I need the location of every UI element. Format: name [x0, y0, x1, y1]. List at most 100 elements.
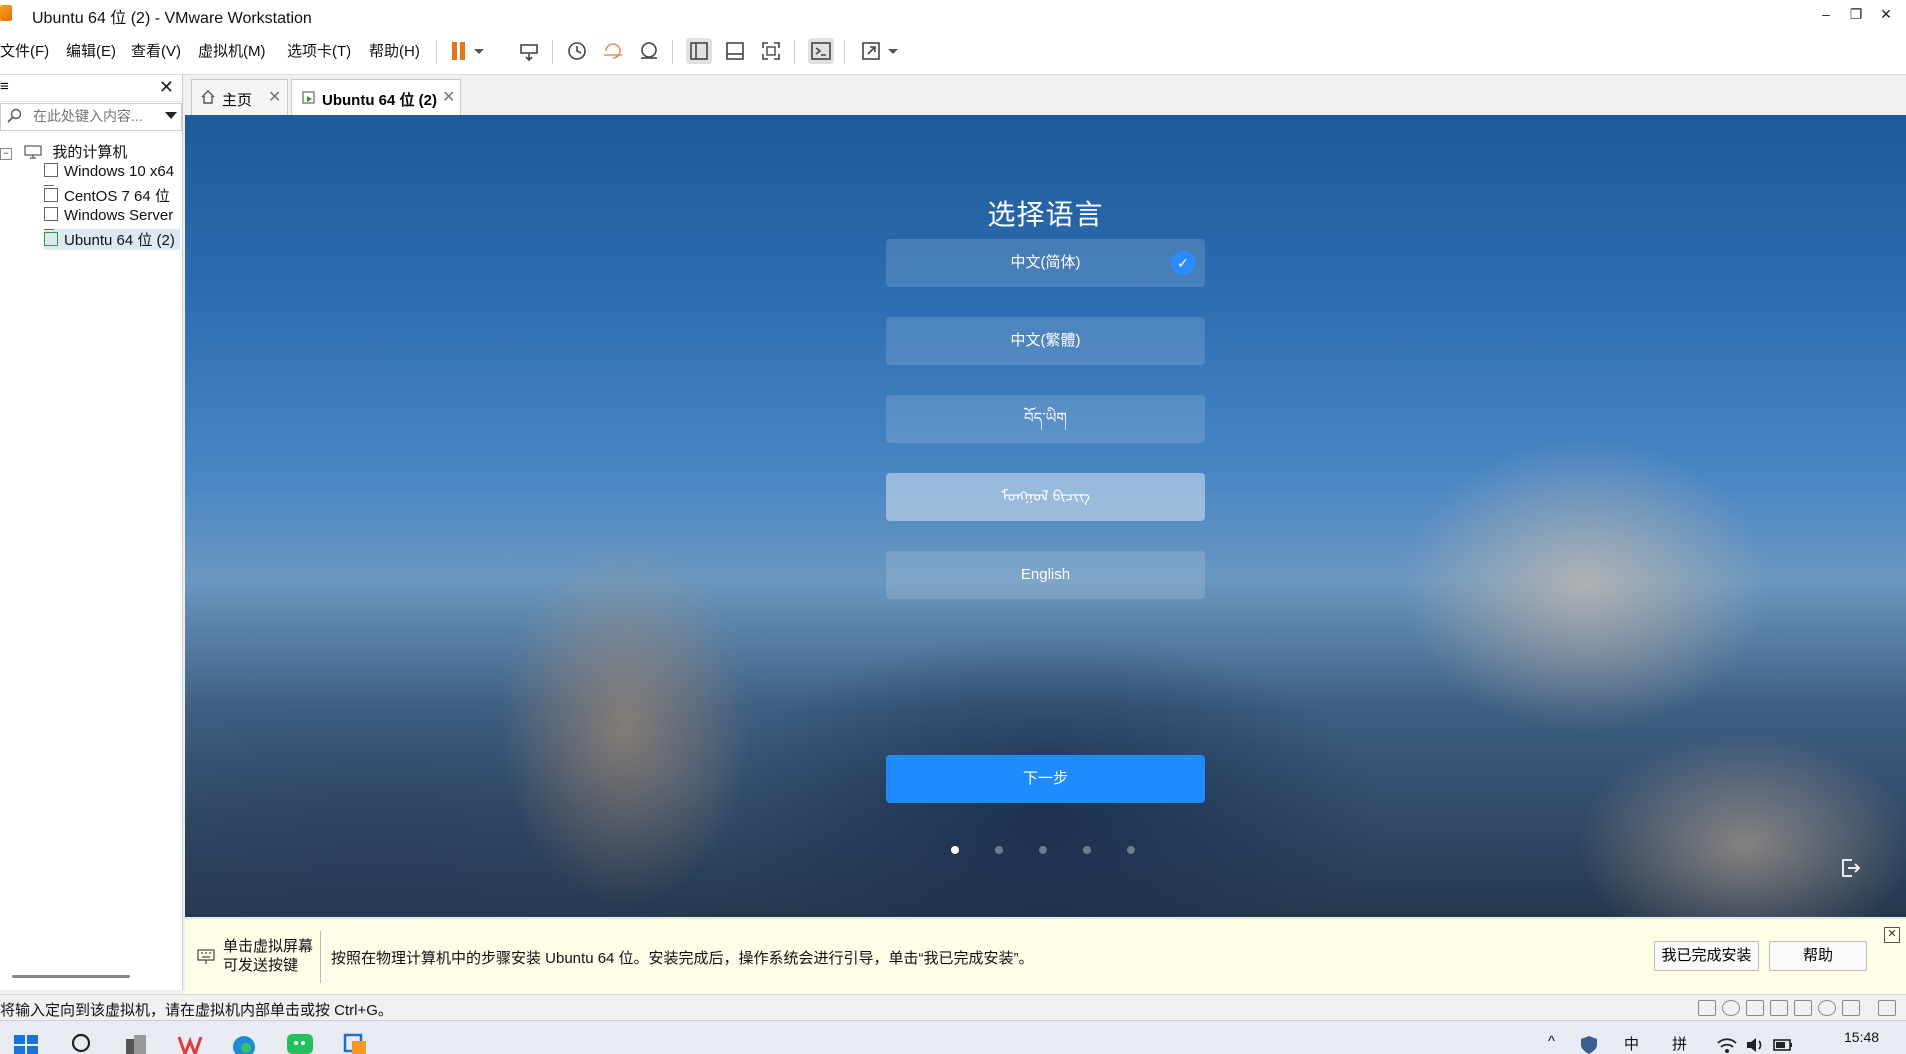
- language-option-zh-hant[interactable]: 中文(繁體): [886, 317, 1205, 365]
- toolbar-separator: [672, 40, 673, 64]
- collapse-icon[interactable]: −: [0, 148, 12, 160]
- pause-icon[interactable]: [446, 38, 472, 64]
- language-option-mongolian[interactable]: ᠮᠣᠩᠭᠣᠯ ᠪᠢᠴᠢᠭ: [886, 473, 1205, 521]
- hint-line-2: 可发送按键: [223, 957, 299, 974]
- send-ctrl-alt-del-icon[interactable]: [516, 38, 542, 64]
- battery-icon[interactable]: [1772, 1029, 1794, 1054]
- tab-ubuntu-close-icon[interactable]: ✕: [442, 87, 455, 107]
- vm-icon: [44, 207, 58, 221]
- tree-root-my-computer[interactable]: − 我的计算机: [0, 141, 127, 162]
- tree-item-windows10[interactable]: Windows 10 x64: [44, 163, 180, 180]
- library-search[interactable]: [0, 103, 182, 131]
- edge-browser-icon[interactable]: [230, 1029, 258, 1054]
- language-label: 中文(简体): [1010, 254, 1081, 271]
- finished-install-button[interactable]: 我已完成安装: [1654, 941, 1759, 971]
- wifi-icon[interactable]: [1716, 1029, 1738, 1054]
- network-adapter-icon[interactable]: [1746, 1000, 1764, 1016]
- checkmark-icon: ✓: [1171, 251, 1195, 275]
- ime-pinyin[interactable]: 拼: [1672, 1033, 1687, 1054]
- step-dot-4: [1083, 846, 1091, 854]
- vm-label: Windows 10 x64: [64, 163, 175, 180]
- language-option-zh-hans[interactable]: 中文(简体) ✓: [886, 239, 1205, 287]
- menu-vm[interactable]: 虚拟机(M): [198, 40, 266, 61]
- tab-ubuntu-label: Ubuntu 64 位 (2): [322, 92, 437, 109]
- display-icon[interactable]: [1842, 1000, 1860, 1016]
- language-option-tibetan[interactable]: བོད་ཡིག: [886, 395, 1205, 443]
- help-button[interactable]: 帮助: [1769, 941, 1867, 971]
- hint-line-1: 单击虚拟屏幕: [223, 938, 314, 955]
- hint-message: 按照在物理计算机中的步骤安装 Ubuntu 64 位。安装完成后，操作系统会进行…: [331, 950, 1034, 967]
- pause-dropdown-icon[interactable]: [472, 38, 486, 64]
- exit-icon[interactable]: [1838, 856, 1862, 880]
- fullscreen-icon[interactable]: [758, 38, 784, 64]
- library-menu-icon[interactable]: ≡: [0, 78, 9, 95]
- library-search-input[interactable]: [31, 107, 155, 125]
- stretch-icon[interactable]: [858, 38, 884, 64]
- printer-icon[interactable]: [1818, 1000, 1836, 1016]
- console-icon[interactable]: [808, 38, 834, 64]
- sound-icon[interactable]: [1794, 1000, 1812, 1016]
- vm-label: Ubuntu 64 位 (2): [64, 232, 175, 249]
- next-button[interactable]: 下一步: [886, 755, 1205, 803]
- tab-ubuntu[interactable]: Ubuntu 64 位 (2) ✕: [291, 79, 461, 116]
- installer-title: 选择语言: [987, 199, 1104, 230]
- tree-item-windows-server[interactable]: Windows Server: [44, 207, 180, 224]
- keyboard-icon: [197, 949, 215, 964]
- hint-click-screen: 单击虚拟屏幕 可发送按键: [223, 937, 313, 975]
- menu-help[interactable]: 帮助(H): [369, 40, 420, 61]
- snapshot-icon[interactable]: [564, 38, 590, 64]
- stretch-dropdown-icon[interactable]: [886, 38, 900, 64]
- menu-view[interactable]: 查看(V): [131, 40, 181, 61]
- step-dot-1: [951, 846, 959, 854]
- tab-bar: 主页 ✕ Ubuntu 64 位 (2) ✕: [185, 75, 1906, 116]
- hint-close-icon[interactable]: ✕: [1884, 927, 1900, 943]
- language-label: English: [1020, 566, 1071, 583]
- toolbar-separator: [844, 40, 845, 64]
- tab-home-close-icon[interactable]: ✕: [268, 87, 281, 107]
- vmware-taskbar-icon[interactable]: [342, 1029, 370, 1054]
- toolbar-separator: [436, 40, 437, 64]
- show-library-icon[interactable]: [686, 38, 712, 64]
- chevron-down-icon[interactable]: [165, 112, 177, 120]
- hard-disk-icon[interactable]: [1698, 1000, 1716, 1016]
- taskbar-clock[interactable]: 15:48: [1844, 1029, 1879, 1045]
- computer-icon: [24, 145, 42, 159]
- thumbnail-bar-icon[interactable]: [722, 38, 748, 64]
- language-label: 中文(繁體): [1010, 332, 1081, 349]
- task-view-icon[interactable]: [122, 1029, 150, 1054]
- home-icon: [201, 90, 215, 104]
- menu-tabs[interactable]: 选项卡(T): [287, 40, 351, 61]
- snapshot-manager-icon[interactable]: [636, 38, 662, 64]
- tab-home[interactable]: 主页 ✕: [191, 79, 288, 115]
- language-option-english[interactable]: English: [886, 551, 1205, 599]
- windows-taskbar: ^ 中 拼 15:48: [0, 1020, 1906, 1054]
- revert-snapshot-icon[interactable]: [600, 38, 626, 64]
- menu-file[interactable]: 文件(F): [0, 40, 49, 61]
- step-dot-5: [1127, 846, 1135, 854]
- language-label: བོད་ཡིག: [1024, 410, 1067, 427]
- cd-dvd-icon[interactable]: [1722, 1000, 1740, 1016]
- wps-icon[interactable]: [176, 1029, 204, 1054]
- menu-edit[interactable]: 编辑(E): [66, 40, 116, 61]
- message-icon[interactable]: [1878, 1000, 1896, 1016]
- windows-start-icon[interactable]: [12, 1029, 40, 1054]
- menu-toolbar-bar: 文件(F) 编辑(E) 查看(V) 虚拟机(M) 选项卡(T) 帮助(H): [0, 28, 1906, 75]
- sidebar-scrollbar[interactable]: [12, 975, 130, 978]
- tray-overflow-icon[interactable]: ^: [1548, 1033, 1555, 1050]
- install-hint-bar: 单击虚拟屏幕 可发送按键 按照在物理计算机中的步骤安装 Ubuntu 64 位。…: [185, 918, 1906, 995]
- usb-icon[interactable]: [1770, 1000, 1788, 1016]
- wechat-icon[interactable]: [286, 1029, 314, 1054]
- toolbar-separator: [552, 40, 553, 64]
- tree-item-ubuntu-64[interactable]: Ubuntu 64 位 (2): [44, 229, 180, 250]
- language-label: ᠮᠣᠩᠭᠣᠯ ᠪᠢᠴᠢᠭ: [1001, 488, 1090, 505]
- ime-mode-chinese[interactable]: 中: [1624, 1033, 1639, 1054]
- vm-label: Windows Server: [64, 207, 174, 224]
- volume-icon[interactable]: [1744, 1029, 1766, 1054]
- search-icon[interactable]: [68, 1029, 96, 1054]
- tree-item-centos7[interactable]: CentOS 7 64 位: [44, 185, 180, 206]
- vmware-app-icon: [0, 5, 12, 21]
- library-close-icon[interactable]: ✕: [159, 77, 174, 98]
- close-window-button[interactable]: ✕: [1868, 0, 1904, 28]
- vm-screen[interactable]: 选择语言 中文(简体) ✓ 中文(繁體) བོད་ཡིག ᠮᠣᠩᠭᠣᠯ ᠪᠢᠴᠢ…: [185, 115, 1906, 917]
- security-shield-icon[interactable]: [1578, 1029, 1600, 1054]
